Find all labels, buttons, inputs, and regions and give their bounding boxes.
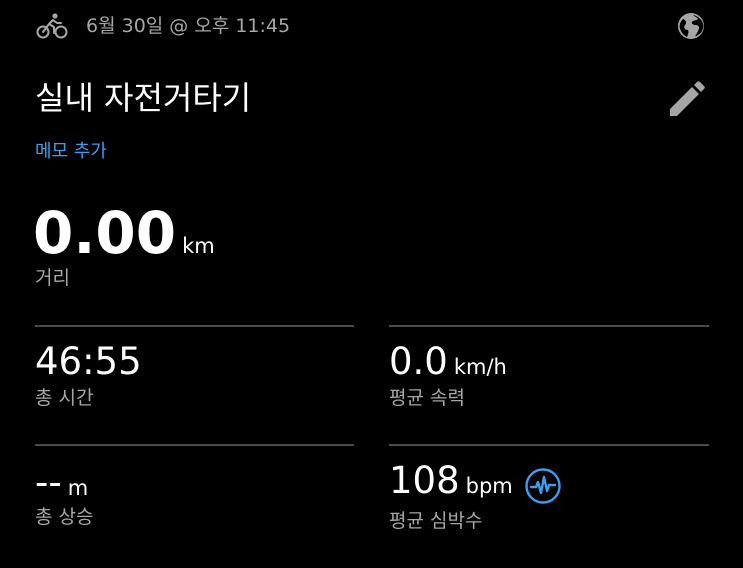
total-time-value: 46:55 <box>35 340 142 383</box>
divider <box>389 325 709 327</box>
avg-speed-group: 0.0 km/h <box>389 340 507 391</box>
total-ascent-value: -- <box>35 461 62 504</box>
pencil-icon[interactable] <box>666 80 706 120</box>
divider <box>35 325 354 327</box>
avg-heart-rate-value: 108 <box>389 459 460 502</box>
avg-heart-rate-group: 108 bpm <box>389 459 513 510</box>
add-memo-link[interactable]: 메모 추가 <box>35 139 107 165</box>
total-ascent-label: 총 상승 <box>35 506 94 528</box>
total-time-group: 46:55 <box>35 340 142 391</box>
distance-label: 거리 <box>35 267 70 289</box>
heart-rate-icon[interactable] <box>524 467 562 505</box>
distance-unit: km <box>182 234 215 258</box>
avg-heart-rate-label: 평균 심박수 <box>389 510 483 532</box>
avg-heart-rate-unit: bpm <box>465 474 513 498</box>
divider <box>389 444 709 446</box>
total-time-label: 총 시간 <box>35 387 94 409</box>
avg-speed-value: 0.0 <box>389 340 448 383</box>
globe-icon[interactable] <box>676 11 706 41</box>
avg-speed-unit: km/h <box>453 355 507 379</box>
avg-speed-label: 평균 속력 <box>389 387 465 409</box>
bicycle-icon <box>36 12 68 40</box>
total-ascent-unit: m <box>67 476 89 500</box>
distance-value: 0.00 <box>33 199 177 267</box>
activity-title: 실내 자전거타기 <box>35 79 252 117</box>
divider <box>35 444 354 446</box>
activity-date: 6월 30일 @ 오후 11:45 <box>86 15 291 37</box>
